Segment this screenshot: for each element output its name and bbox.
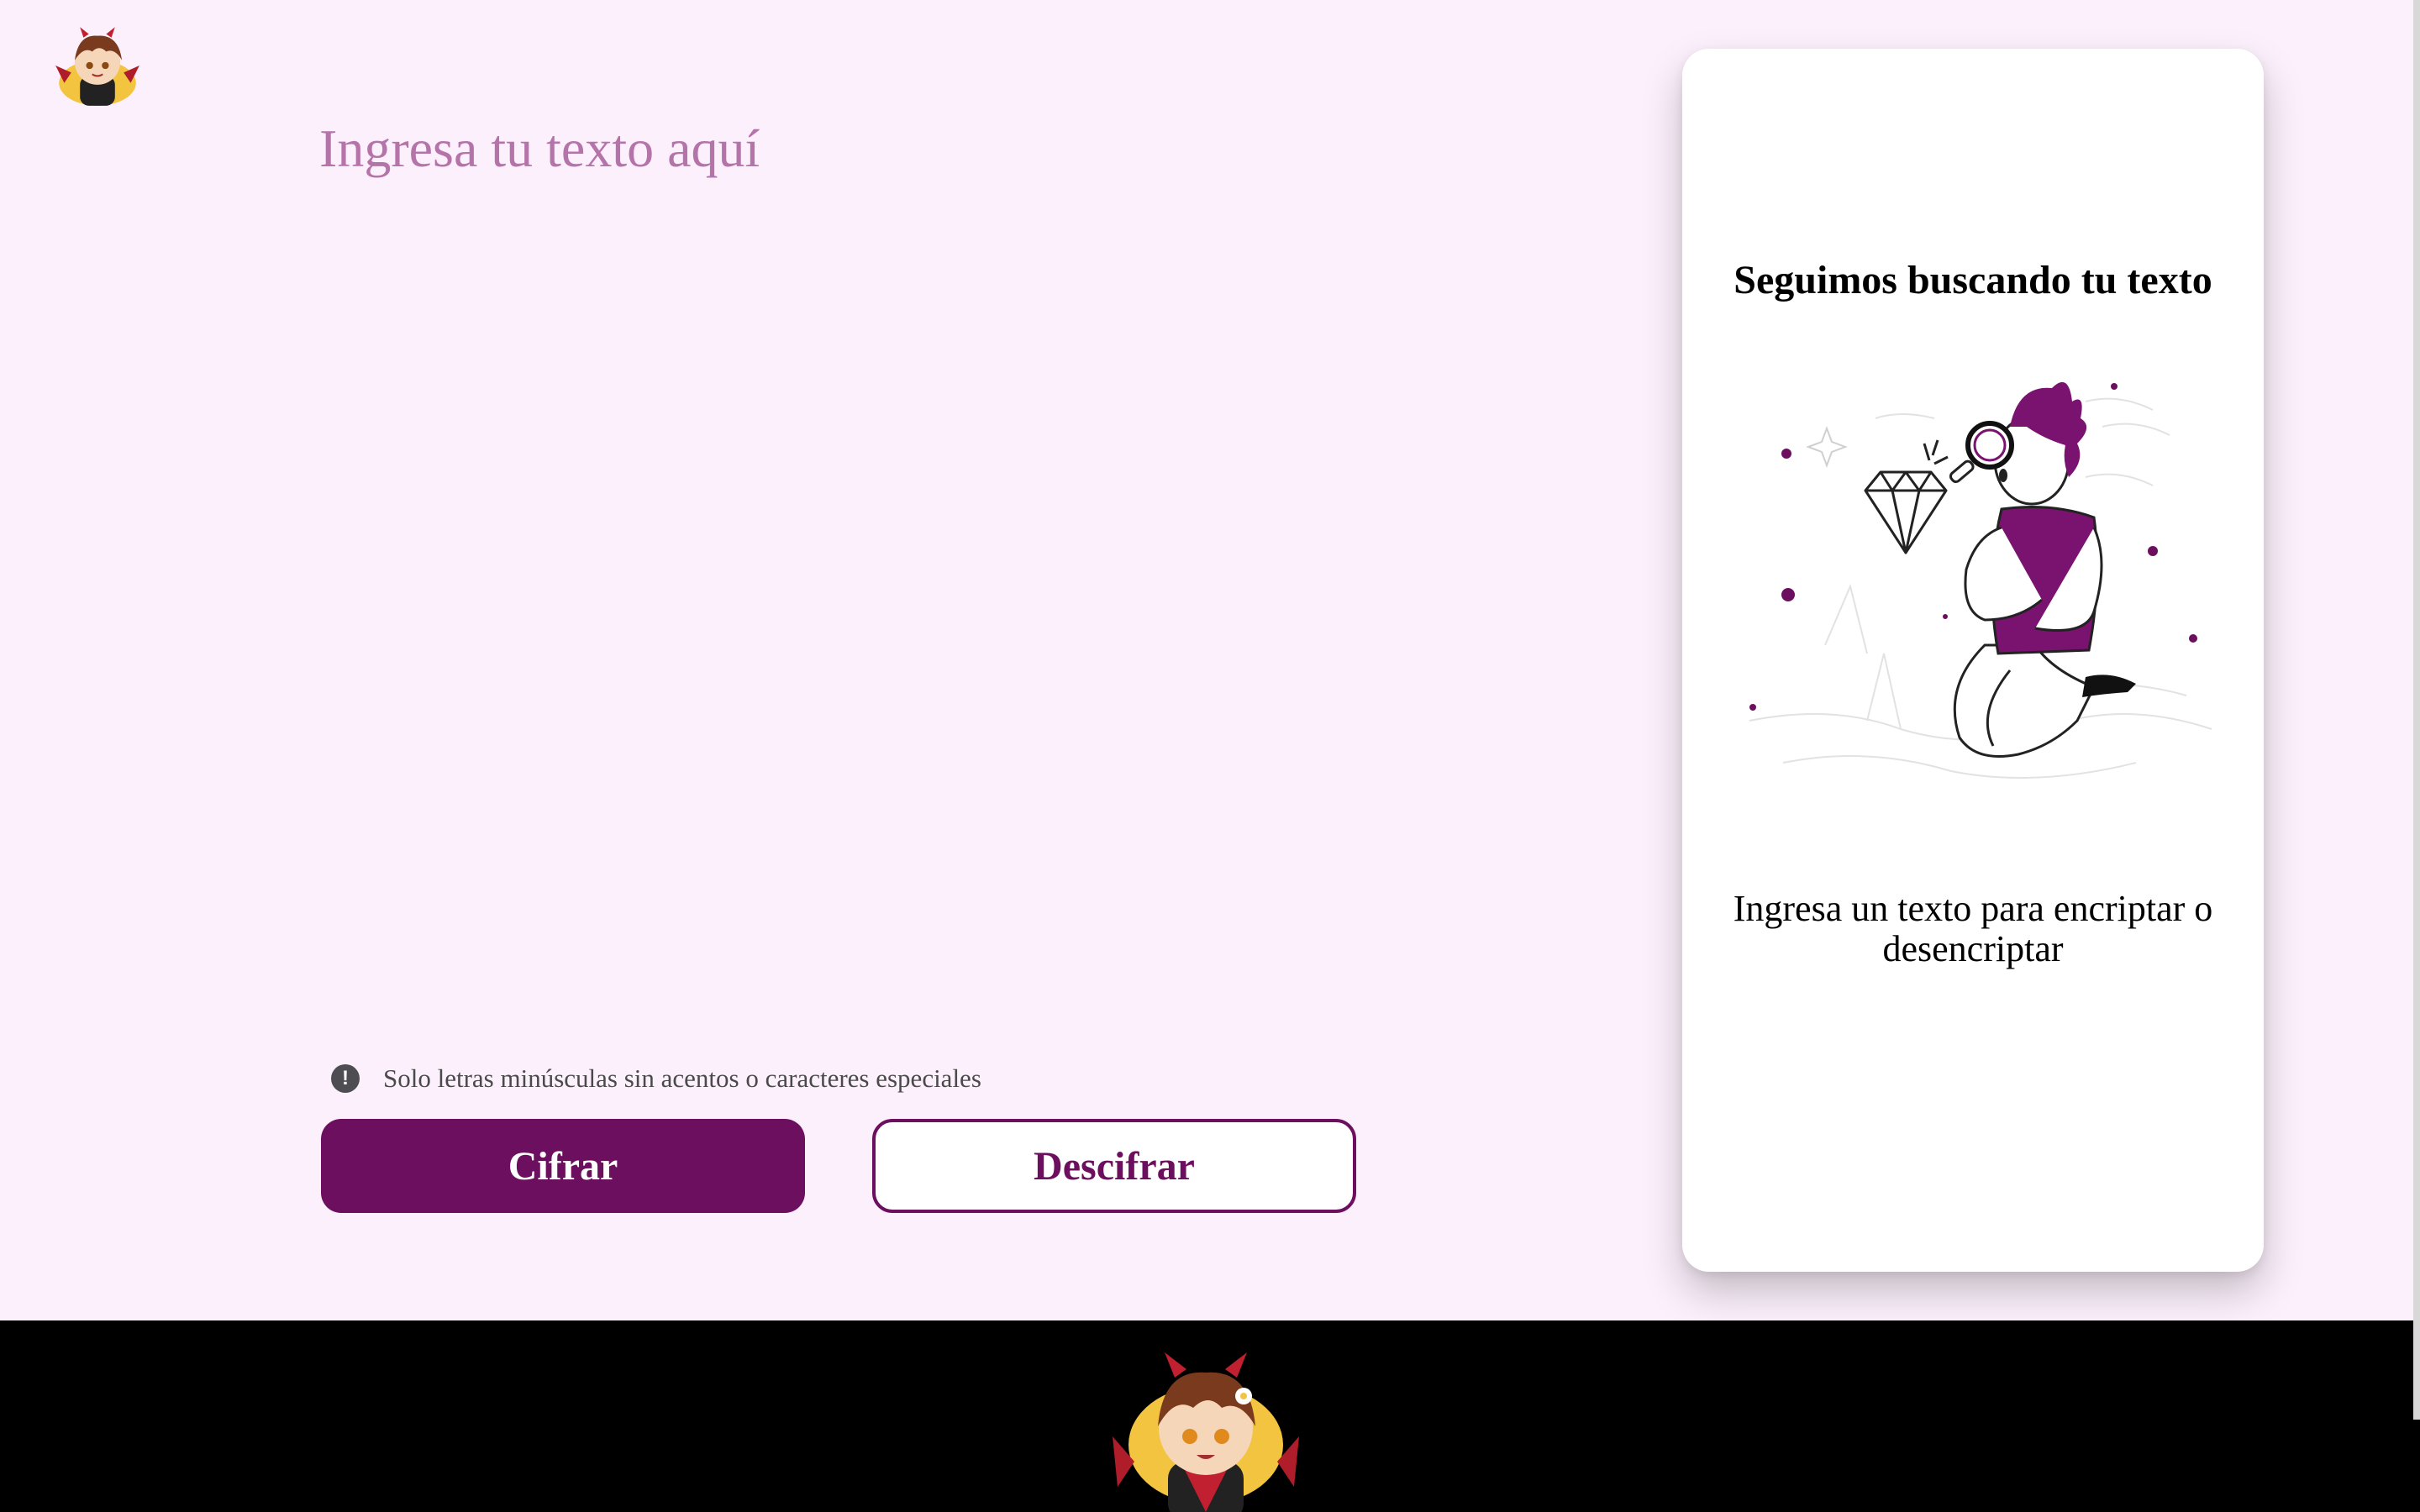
text-input[interactable] [319,118,1580,991]
footer-logo [1109,1344,1302,1512]
avatar-logo-icon [55,27,139,106]
avatar-logo-icon [1113,1352,1299,1512]
exclamation-circle-icon: ! [331,1064,360,1093]
input-hint: ! Solo letras minúsculas sin acentos o c… [331,1063,981,1094]
decrypt-button[interactable]: Descifrar [872,1119,1356,1213]
output-title: Seguimos buscando tu texto [1733,258,2212,302]
footer [0,1320,2420,1512]
hint-text: Solo letras minúsculas sin acentos o car… [383,1063,981,1093]
page-scrollbar[interactable] [2413,0,2420,1420]
header-logo[interactable] [54,20,141,111]
encrypt-button[interactable]: Cifrar [321,1119,805,1213]
output-message: Ingresa un texto para encriptar o desenc… [1733,888,2213,969]
output-card: Seguimos buscando tu texto Ingresa un te… [1682,49,2264,1272]
person-with-magnifier-illustration [1733,368,2228,838]
